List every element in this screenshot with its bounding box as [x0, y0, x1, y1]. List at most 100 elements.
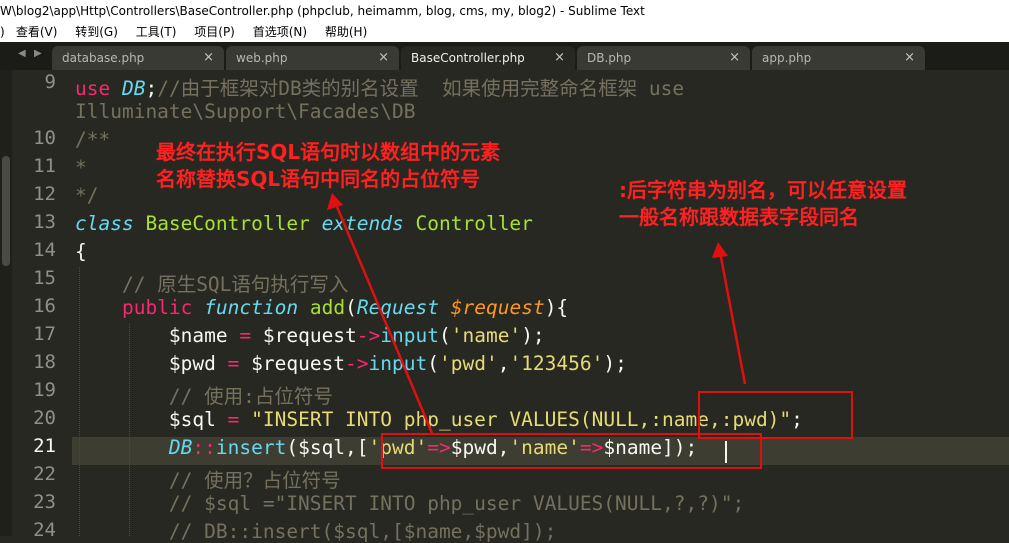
code-line[interactable]: use DB;//由于框架对DB类的别名设置 如果使用完整命名框架 use — [75, 72, 684, 101]
menu-project[interactable]: 项目(P) — [194, 22, 235, 42]
minimap-scroll-track[interactable] — [0, 70, 12, 536]
code-token: $sql — [75, 408, 228, 431]
code-token: Controller — [415, 212, 533, 235]
code-token: Illuminate\Support\Facades\DB — [75, 100, 416, 123]
code-token: :: — [192, 436, 216, 459]
line-number: 15 — [33, 267, 56, 289]
code-token: -> — [356, 324, 381, 347]
code-line[interactable]: { — [75, 240, 87, 263]
code-line[interactable]: $sql = "INSERT INTO php_user VALUES(NULL… — [75, 408, 803, 431]
menu-goto[interactable]: 转到(G) — [75, 22, 118, 42]
arrow-head — [712, 242, 728, 258]
code-line[interactable]: // 使用？占位符号 — [75, 464, 341, 493]
code-line[interactable]: */ — [75, 184, 98, 207]
highlight-box-placeholders — [698, 391, 853, 439]
menu-preferences[interactable]: 首选项(N) — [253, 22, 307, 42]
line-number: 19 — [33, 379, 56, 401]
tab-close-icon[interactable]: × — [729, 46, 740, 70]
tab-scroll-right-icon[interactable]: ▶ — [34, 48, 42, 59]
code-token: 'pwd' — [438, 352, 498, 375]
tab-label: database.php — [62, 51, 145, 65]
code-token: ; — [145, 77, 158, 100]
tab-close-icon[interactable]: × — [203, 46, 214, 70]
code-line[interactable]: // 使用:占位符号 — [75, 380, 333, 409]
code-token: //由于框架对DB类的别名设置 如果使用完整命名框架 use — [157, 77, 685, 100]
tab-app-php[interactable]: app.php × — [752, 46, 925, 70]
tab-close-icon[interactable]: × — [554, 46, 565, 70]
code-token: */ — [75, 184, 99, 207]
code-token: add — [309, 296, 346, 319]
tab-close-icon[interactable]: × — [378, 46, 389, 70]
arrow-to-right-note — [718, 251, 747, 385]
annotation-right-line-2: 一般名称跟数据表字段同名 — [619, 205, 859, 229]
menu-truncated-item[interactable]: ) — [0, 22, 6, 42]
code-line[interactable]: $name = $request->input('name'); — [75, 324, 545, 347]
code-token: // DB::insert($sql,[$name,$pwd]); — [168, 520, 557, 543]
code-token: // 使用？占位符号 — [168, 469, 341, 492]
tab-label: app.php — [762, 51, 812, 65]
tab-bar: ◀ ▶ database.php × web.php × BaseControl… — [0, 42, 1009, 70]
code-token: DB — [168, 436, 193, 459]
code-token: , — [497, 352, 510, 375]
code-line[interactable]: $pwd = $request->input('pwd','123456'); — [75, 352, 627, 375]
tab-close-icon[interactable]: × — [904, 46, 915, 70]
code-token: ); — [521, 324, 545, 347]
code-token: ( — [427, 352, 439, 375]
code-token: input — [380, 324, 439, 347]
code-token: ($sql,[ — [286, 436, 369, 459]
code-token: = — [227, 408, 240, 431]
code-token: class — [75, 212, 134, 235]
code-token: public — [121, 296, 193, 319]
line-number: 12 — [33, 183, 56, 205]
code-token: $request — [239, 352, 346, 375]
tab-scroll-left-icon[interactable]: ◀ — [18, 48, 26, 59]
code-token: // 原生SQL语句执行写入 — [121, 273, 349, 296]
menu-tools[interactable]: 工具(T) — [136, 22, 177, 42]
code-token: /** — [75, 128, 111, 151]
tab-database-php[interactable]: database.php × — [52, 46, 224, 70]
line-number: 24 — [33, 519, 56, 541]
code-line[interactable]: class BaseController extends Controller — [75, 212, 533, 235]
code-token: DB — [121, 77, 146, 100]
annotation-left-line-1: 最终在执行SQL语句时以数组中的元素 — [156, 140, 501, 164]
annotation-left-line-2: 名称替换SQL语句中同名的占位符号 — [156, 167, 481, 191]
code-token: $request — [450, 296, 545, 319]
code-line[interactable]: // $sql ="INSERT INTO php_user VALUES(NU… — [75, 492, 744, 515]
line-number: 14 — [33, 239, 56, 261]
line-number: 18 — [33, 351, 56, 373]
line-number: 10 — [33, 127, 56, 149]
code-line[interactable]: /** — [75, 128, 110, 151]
scroll-thumb[interactable] — [2, 156, 10, 266]
code-token: = — [239, 324, 252, 347]
code-line[interactable]: public function add(Request $request){ — [75, 296, 568, 319]
menu-help[interactable]: 帮助(H) — [325, 22, 367, 42]
tab-web-php[interactable]: web.php × — [226, 46, 399, 70]
line-number: 9 — [44, 71, 56, 93]
line-number: 23 — [33, 491, 56, 513]
code-token: ); — [603, 352, 627, 375]
code-line[interactable]: Illuminate\Support\Facades\DB — [75, 100, 415, 123]
code-line[interactable]: // 原生SQL语句执行写入 — [75, 268, 348, 297]
tab-db-php[interactable]: DB.php × — [577, 46, 750, 70]
code-line[interactable]: // DB::insert($sql,[$name,$pwd]); — [75, 520, 556, 543]
window-title: W\blog2\app\Http\Controllers\BaseControl… — [0, 0, 1009, 22]
annotation-right-line-1: :后字符串为别名，可以任意设置 — [619, 178, 907, 202]
line-number: 11 — [33, 155, 56, 177]
code-line[interactable]: * — [75, 156, 87, 179]
line-number: 13 — [33, 211, 56, 233]
tab-basecontroller-php[interactable]: BaseController.php × — [401, 46, 575, 70]
menu-view[interactable]: 查看(V) — [16, 22, 58, 42]
code-token: { — [75, 240, 87, 263]
code-token: insert — [215, 436, 287, 459]
